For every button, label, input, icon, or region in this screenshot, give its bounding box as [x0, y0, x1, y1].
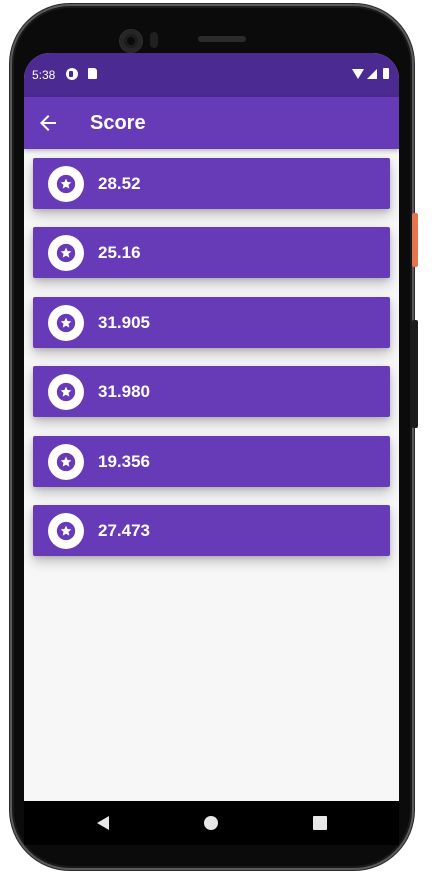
nav-home-icon[interactable] [204, 816, 218, 830]
star-badge [48, 304, 84, 341]
page-title: Score [90, 112, 146, 134]
star-icon [56, 452, 76, 471]
earpiece-speaker [198, 36, 246, 42]
volume-button[interactable] [412, 320, 418, 428]
back-button[interactable] [36, 111, 60, 135]
arrow-back-icon [40, 115, 56, 131]
star-badge [48, 166, 84, 202]
score-item[interactable]: 25.16 [33, 227, 390, 279]
score-item[interactable]: 28.52 [33, 158, 390, 209]
star-icon [56, 383, 76, 402]
nav-recents-icon[interactable] [313, 816, 327, 830]
app-bar: Score [24, 97, 399, 149]
star-icon [56, 174, 76, 194]
nav-back-icon[interactable] [97, 816, 109, 830]
screen: 5:38 Score 28.52 25.16 31.905 31.980 19.… [24, 53, 399, 801]
status-time: 5:38 [32, 68, 56, 82]
star-badge [48, 512, 84, 549]
score-item[interactable]: 31.905 [33, 296, 390, 348]
star-icon [56, 313, 76, 332]
score-value: 27.473 [98, 520, 150, 540]
proximity-sensor [150, 32, 158, 48]
score-item[interactable]: 19.356 [33, 435, 390, 487]
score-value: 19.356 [98, 451, 150, 471]
star-badge [48, 235, 84, 272]
navigation-bar [24, 801, 399, 845]
signal-icon [367, 69, 377, 79]
score-item[interactable]: 27.473 [33, 504, 390, 556]
score-value: 25.16 [98, 243, 141, 263]
wifi-icon [352, 69, 364, 79]
battery-icon [383, 68, 389, 79]
notification-icon [66, 68, 78, 80]
star-badge [48, 443, 84, 480]
star-icon [56, 244, 76, 263]
star-badge [48, 374, 84, 411]
score-item[interactable]: 31.980 [33, 366, 390, 418]
score-value: 31.980 [98, 382, 150, 402]
power-button[interactable] [412, 213, 418, 267]
score-list: 28.52 25.16 31.905 31.980 19.356 27.473 [33, 158, 390, 574]
sd-card-icon [88, 68, 97, 79]
score-value: 31.905 [98, 312, 150, 332]
score-value: 28.52 [98, 174, 141, 193]
star-icon [56, 521, 76, 541]
front-camera [120, 30, 142, 52]
status-bar: 5:38 [24, 53, 399, 97]
